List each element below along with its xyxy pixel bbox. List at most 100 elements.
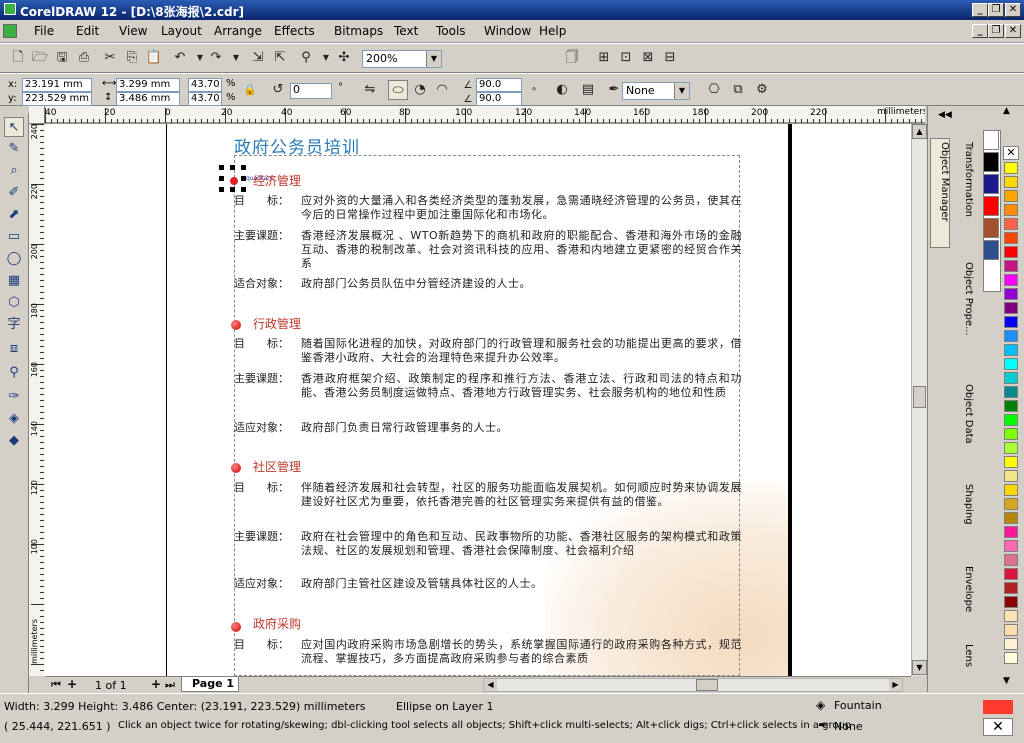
outline-tool-icon[interactable]: ✑: [4, 387, 24, 407]
arc-mode-icon[interactable]: ◠: [432, 80, 452, 100]
chevron-down-icon[interactable]: ▼: [674, 83, 689, 99]
selection-handle[interactable]: [219, 176, 224, 181]
import-icon[interactable]: ⇲: [248, 48, 268, 68]
tab-shaping[interactable]: Shaping: [956, 484, 974, 525]
launcher-icon[interactable]: ⚲: [296, 48, 316, 68]
color-swatch[interactable]: [1004, 190, 1018, 202]
convert-to-curves-icon[interactable]: ⎔: [704, 80, 724, 100]
tab-envelope[interactable]: Envelope: [956, 566, 974, 612]
tab-page-1[interactable]: Page 1: [181, 677, 239, 692]
color-swatch[interactable]: [1004, 554, 1018, 566]
no-color-swatch[interactable]: ✕: [1003, 146, 1019, 160]
section-row[interactable]: 目 标： 伴随着经济发展和社会转型，社区的服务功能面临发展契机。如何顺应时势来协…: [234, 481, 742, 509]
section-row[interactable]: 目 标： 应对外资的大量涌入和各类经济类型的蓬勃发展，急需通晓经济管理的公务员，…: [234, 194, 742, 222]
scroll-thumb[interactable]: [913, 386, 926, 408]
color-swatch[interactable]: [983, 218, 999, 238]
export-icon[interactable]: ⇱: [270, 48, 290, 68]
color-swatch[interactable]: [1004, 176, 1018, 188]
color-swatch[interactable]: [1004, 456, 1018, 468]
menu-text[interactable]: Text: [394, 24, 418, 38]
pie-mode-icon[interactable]: ◔: [410, 80, 430, 100]
tab-object-data[interactable]: Object Data: [956, 384, 974, 444]
end-angle-field[interactable]: 90.0: [476, 92, 522, 106]
text-wrap-icon[interactable]: ▤: [578, 80, 598, 100]
outline-width-combo[interactable]: None ▼: [622, 82, 690, 100]
height-field[interactable]: 3.486 mm: [116, 92, 180, 106]
document-icon[interactable]: [3, 24, 17, 38]
pick-tool-icon[interactable]: ↖: [4, 117, 24, 137]
color-swatch[interactable]: [1004, 484, 1018, 496]
drawing-canvas[interactable]: 政府公务员培训 quadrant 经济管理 目 标： 应对外资的大量涌入和各类经…: [45, 124, 911, 676]
cut-icon[interactable]: ✂: [100, 48, 120, 68]
collapse-dockers-icon[interactable]: ◀◀: [938, 110, 952, 120]
section-row[interactable]: 主要课题： 香港经济发展概况 、WTO新趋势下的商机和政府的职能配合、香港和海外…: [234, 229, 742, 271]
selection-handle[interactable]: [230, 165, 235, 170]
ellipse-mode-icon[interactable]: ⬭: [388, 80, 408, 100]
color-swatch[interactable]: [1004, 414, 1018, 426]
scroll-right-icon[interactable]: ▶: [889, 679, 902, 691]
color-swatch[interactable]: [983, 152, 999, 172]
outline-none-icon[interactable]: ✕: [983, 718, 1013, 736]
menu-effects[interactable]: Effects: [274, 24, 315, 38]
maximize-button[interactable]: ❐: [988, 3, 1004, 17]
color-swatch[interactable]: [1004, 232, 1018, 244]
color-swatch[interactable]: [1004, 358, 1018, 370]
ruler-origin[interactable]: [29, 106, 45, 124]
palette-scroll-down-icon[interactable]: ▼: [1003, 676, 1010, 686]
doc-close-button[interactable]: ✕: [1005, 24, 1021, 38]
color-swatch[interactable]: [1004, 442, 1018, 454]
menu-window[interactable]: Window: [484, 24, 531, 38]
color-swatch[interactable]: [1004, 302, 1018, 314]
doc-restore-button[interactable]: ❐: [988, 24, 1004, 38]
color-swatch[interactable]: [1004, 512, 1018, 524]
color-swatch[interactable]: [1004, 344, 1018, 356]
color-swatch[interactable]: [1004, 498, 1018, 510]
eyedropper-tool-icon[interactable]: ⚲: [4, 363, 24, 383]
interactive-blend-tool-icon[interactable]: ⧈: [4, 339, 24, 359]
rotation-field[interactable]: 0: [290, 83, 332, 99]
color-swatch[interactable]: [1004, 624, 1018, 636]
section-row[interactable]: 适应对象： 政府部门主管社区建设及管辖具体社区的人士。: [234, 577, 742, 591]
tab-object-manager[interactable]: Object Manager: [932, 142, 950, 222]
redo-icon[interactable]: ↷: [206, 48, 226, 68]
section-title[interactable]: 社区管理: [253, 460, 301, 474]
last-page-icon[interactable]: ⏭: [165, 678, 175, 692]
options-icon[interactable]: ⊡: [616, 48, 636, 68]
lock-ratio-icon[interactable]: 🔒: [240, 80, 260, 100]
fill-tool-icon[interactable]: ◈: [4, 409, 24, 429]
scale-x-field[interactable]: 43.70: [188, 78, 222, 92]
close-button[interactable]: ✕: [1005, 3, 1021, 17]
selection-handle[interactable]: [219, 165, 224, 170]
scroll-up-icon[interactable]: ▲: [912, 124, 927, 139]
fill-color-swatch[interactable]: [983, 700, 1013, 714]
menu-layout[interactable]: Layout: [161, 24, 202, 38]
basic-shapes-tool-icon[interactable]: ⬡: [4, 293, 24, 313]
h-scroll-thumb[interactable]: [696, 679, 718, 691]
horizontal-scrollbar[interactable]: ◀ ▶: [483, 678, 903, 692]
selection-handle[interactable]: [241, 187, 246, 192]
to-back-icon[interactable]: ⧉: [728, 80, 748, 100]
application-launcher-icon[interactable]: ⊞: [594, 48, 614, 68]
open-icon[interactable]: 🗁: [30, 48, 50, 68]
color-swatch[interactable]: [1004, 204, 1018, 216]
text-tool-icon[interactable]: 字: [4, 315, 24, 335]
polygon-tool-icon[interactable]: ▦: [4, 271, 24, 291]
color-swatch[interactable]: [983, 196, 999, 216]
launcher-dropdown-icon[interactable]: ▼: [316, 48, 336, 68]
ellipse-tool-icon[interactable]: ◯: [4, 249, 24, 269]
color-swatch[interactable]: [1004, 526, 1018, 538]
color-swatch[interactable]: [1004, 400, 1018, 412]
doc-minimize-button[interactable]: _: [972, 24, 988, 38]
menu-edit[interactable]: Edit: [76, 24, 99, 38]
color-swatch[interactable]: [1004, 540, 1018, 552]
color-swatch[interactable]: [1004, 246, 1018, 258]
section-title[interactable]: 政府采购: [253, 617, 301, 631]
section-row[interactable]: 主要课题： 政府在社会管理中的角色和互动、民政事物所的功能、香港社区服务的架构模…: [234, 530, 742, 558]
menu-view[interactable]: View: [119, 24, 147, 38]
tab-transformation[interactable]: Transformation: [956, 142, 974, 217]
menu-tools[interactable]: Tools: [436, 24, 466, 38]
scale-y-field[interactable]: 43.70: [188, 92, 222, 106]
x-position-field[interactable]: 23.191 mm: [22, 78, 92, 92]
color-swatch[interactable]: [1004, 386, 1018, 398]
selected-bullet[interactable]: [230, 177, 238, 185]
